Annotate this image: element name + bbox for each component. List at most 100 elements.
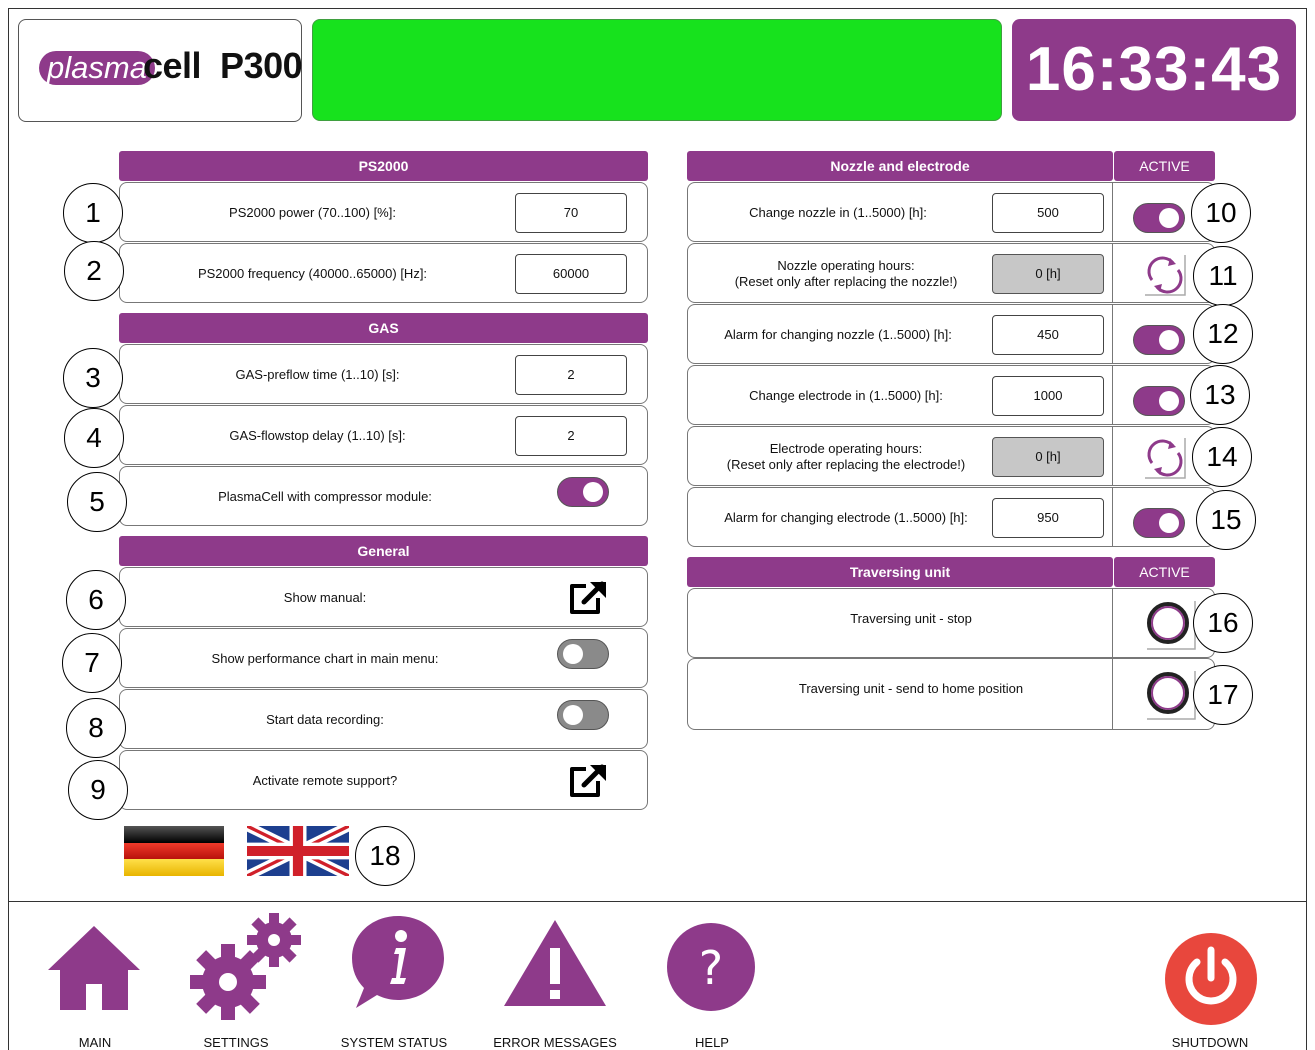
toggle-knob bbox=[583, 482, 603, 502]
ps2000-frequency-label: PS2000 frequency (40000..65000) [Hz]: bbox=[197, 266, 428, 281]
alarm-nozzle-row: Alarm for changing nozzle (1..5000) [h]:… bbox=[687, 304, 1113, 364]
gears-icon[interactable] bbox=[188, 910, 306, 1026]
traversing-stop-button-icon[interactable] bbox=[1143, 597, 1197, 651]
external-link-icon[interactable] bbox=[568, 580, 608, 616]
nozzle-hours-row: Nozzle operating hours: (Reset only afte… bbox=[687, 243, 1113, 303]
performance-chart-label: Show performance chart in main menu: bbox=[211, 651, 439, 666]
nav-main-label[interactable]: MAIN bbox=[45, 1036, 145, 1050]
toggle-knob bbox=[1159, 513, 1179, 533]
reset-nozzle-icon[interactable] bbox=[1143, 254, 1187, 296]
gas-preflow-input[interactable]: 2 bbox=[515, 355, 627, 395]
change-electrode-toggle[interactable] bbox=[1133, 386, 1185, 416]
performance-chart-toggle[interactable] bbox=[557, 639, 609, 669]
compressor-label: PlasmaCell with compressor module: bbox=[218, 489, 432, 504]
change-nozzle-toggle[interactable] bbox=[1133, 203, 1185, 233]
marker-6: 6 bbox=[66, 570, 126, 630]
nav-help-label[interactable]: HELP bbox=[662, 1036, 762, 1050]
alarm-electrode-toggle[interactable] bbox=[1133, 508, 1185, 538]
electrode-hours-value: 0 [h] bbox=[992, 437, 1104, 477]
gas-flowstop-input[interactable]: 2 bbox=[515, 416, 627, 456]
marker-10: 10 bbox=[1191, 183, 1251, 243]
uk-flag-icon[interactable] bbox=[247, 826, 349, 876]
electrode-hours-note: (Reset only after replacing the electrod… bbox=[726, 457, 966, 472]
alarm-electrode-label: Alarm for changing electrode (1..5000) [… bbox=[724, 510, 968, 525]
home-icon[interactable] bbox=[46, 924, 142, 1012]
ps2000-power-label: PS2000 power (70..100) [%]: bbox=[229, 205, 396, 220]
gas-flowstop-row: GAS-flowstop delay (1..10) [s]: 2 bbox=[119, 405, 648, 465]
status-bar bbox=[312, 19, 1002, 121]
power-icon[interactable] bbox=[1164, 932, 1258, 1026]
marker-12: 12 bbox=[1193, 304, 1253, 364]
gas-header: GAS bbox=[119, 313, 648, 343]
traversing-home-button-icon[interactable] bbox=[1143, 667, 1197, 721]
data-recording-label: Start data recording: bbox=[266, 712, 384, 727]
svg-text:?: ? bbox=[699, 941, 723, 995]
logo-pill: plasma bbox=[39, 51, 155, 85]
toggle-knob bbox=[1159, 391, 1179, 411]
ps2000-power-input[interactable]: 70 bbox=[515, 193, 627, 233]
brand-logo: plasma cell P300 bbox=[18, 19, 303, 122]
footer-divider bbox=[8, 901, 1307, 902]
change-electrode-input[interactable]: 1000 bbox=[992, 376, 1104, 416]
alarm-nozzle-input[interactable]: 450 bbox=[992, 315, 1104, 355]
performance-chart-row: Show performance chart in main menu: bbox=[119, 628, 648, 688]
marker-2: 2 bbox=[64, 241, 124, 301]
change-nozzle-input[interactable]: 500 bbox=[992, 193, 1104, 233]
nav-shutdown-label[interactable]: SHUTDOWN bbox=[1160, 1036, 1260, 1050]
alarm-nozzle-toggle[interactable] bbox=[1133, 325, 1185, 355]
nav-system-status-label[interactable]: SYSTEM STATUS bbox=[330, 1036, 458, 1050]
nav-settings-label[interactable]: SETTINGS bbox=[186, 1036, 286, 1050]
nozzle-hours-label: Nozzle operating hours: bbox=[777, 258, 915, 273]
traversing-home-label: Traversing unit - send to home position bbox=[798, 681, 1024, 696]
nozzle-hours-value: 0 [h] bbox=[992, 254, 1104, 294]
marker-1: 1 bbox=[63, 183, 123, 243]
general-header: General bbox=[119, 536, 648, 566]
marker-3: 3 bbox=[63, 348, 123, 408]
gas-preflow-label: GAS-preflow time (1..10) [s]: bbox=[235, 367, 400, 382]
ps2000-power-row: PS2000 power (70..100) [%]: 70 bbox=[119, 182, 648, 242]
info-bubble-icon[interactable] bbox=[350, 912, 446, 1012]
marker-9: 9 bbox=[68, 760, 128, 820]
toggle-knob bbox=[563, 644, 583, 664]
reset-electrode-icon[interactable] bbox=[1143, 437, 1187, 479]
marker-13: 13 bbox=[1190, 365, 1250, 425]
electrode-hours-label: Electrode operating hours: bbox=[769, 441, 923, 456]
traversing-header: Traversing unit bbox=[687, 557, 1113, 587]
data-recording-row: Start data recording: bbox=[119, 689, 648, 749]
alarm-electrode-row: Alarm for changing electrode (1..5000) [… bbox=[687, 487, 1113, 547]
remote-support-row: Activate remote support? bbox=[119, 750, 648, 810]
remote-support-label: Activate remote support? bbox=[252, 773, 398, 788]
german-flag-icon[interactable] bbox=[124, 826, 224, 876]
alarm-electrode-input[interactable]: 950 bbox=[992, 498, 1104, 538]
toggle-knob bbox=[563, 705, 583, 725]
toggle-knob bbox=[1159, 330, 1179, 350]
marker-11: 11 bbox=[1193, 246, 1253, 306]
marker-5: 5 bbox=[67, 472, 127, 532]
marker-4: 4 bbox=[64, 408, 124, 468]
clock: 16:33:43 bbox=[1012, 19, 1296, 121]
external-link-icon[interactable] bbox=[568, 763, 608, 799]
change-electrode-label: Change electrode in (1..5000) [h]: bbox=[749, 388, 943, 403]
traversing-active-header: ACTIVE bbox=[1114, 557, 1215, 587]
marker-14: 14 bbox=[1192, 427, 1252, 487]
change-electrode-row: Change electrode in (1..5000) [h]: 1000 bbox=[687, 365, 1113, 425]
traversing-stop-label: Traversing unit - stop bbox=[850, 611, 972, 626]
data-recording-toggle[interactable] bbox=[557, 700, 609, 730]
warning-icon[interactable] bbox=[502, 918, 608, 1008]
electrode-hours-row: Electrode operating hours: (Reset only a… bbox=[687, 426, 1113, 486]
nozzle-hours-note: (Reset only after replacing the nozzle!) bbox=[734, 274, 958, 289]
gas-flowstop-label: GAS-flowstop delay (1..10) [s]: bbox=[229, 428, 406, 443]
gas-preflow-row: GAS-preflow time (1..10) [s]: 2 bbox=[119, 344, 648, 404]
help-icon[interactable]: ? bbox=[666, 922, 756, 1012]
nozzle-active-header: ACTIVE bbox=[1114, 151, 1215, 181]
nav-error-messages-label[interactable]: ERROR MESSAGES bbox=[485, 1036, 625, 1050]
logo-text: cell P300 bbox=[143, 45, 303, 86]
show-manual-row: Show manual: bbox=[119, 567, 648, 627]
marker-7: 7 bbox=[62, 633, 122, 693]
alarm-nozzle-label: Alarm for changing nozzle (1..5000) [h]: bbox=[724, 327, 952, 342]
ps2000-header: PS2000 bbox=[119, 151, 648, 181]
nozzle-header: Nozzle and electrode bbox=[687, 151, 1113, 181]
ps2000-frequency-input[interactable]: 60000 bbox=[515, 254, 627, 294]
compressor-toggle[interactable] bbox=[557, 477, 609, 507]
toggle-knob bbox=[1159, 208, 1179, 228]
